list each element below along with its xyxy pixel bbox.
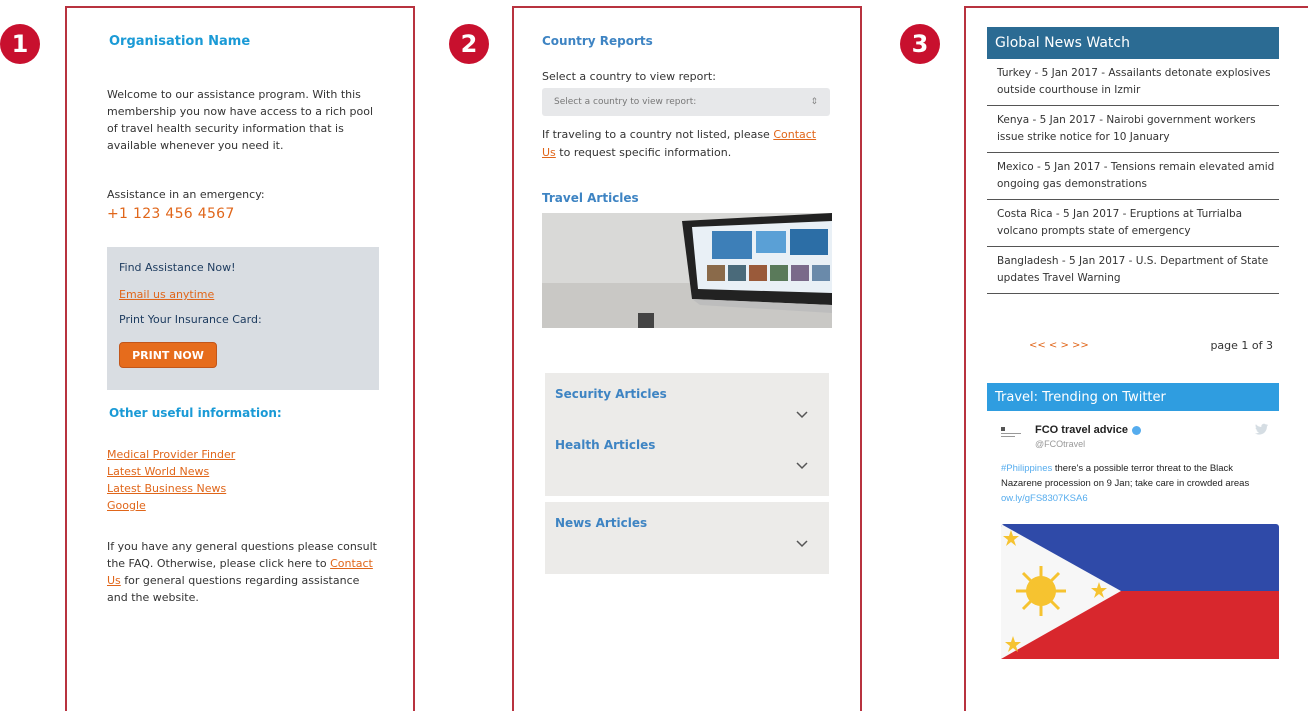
step-badge-1: 1 [0,24,40,64]
assistance-title: Find Assistance Now! [119,261,236,274]
panel-welcome: Organisation Name Welcome to our assista… [65,6,415,711]
tweet-handle[interactable]: @FCOtravel [1035,439,1085,449]
accordion-health-label: Health Articles [555,438,656,452]
fco-logo-icon [1001,427,1021,437]
link-google[interactable]: Google [107,497,235,514]
news-item[interactable]: Kenya - 5 Jan 2017 - Nairobi government … [987,106,1279,153]
chevron-down-icon [796,411,808,419]
tweet-link[interactable]: ow.ly/gFS8307KSA6 [1001,493,1088,504]
verified-icon [1131,425,1141,435]
twitter-bird-icon[interactable] [1255,423,1269,435]
not-listed-after: to request specific information. [555,146,732,159]
emergency-label: Assistance in an emergency: [107,188,265,201]
travel-articles-title: Travel Articles [542,191,639,205]
accordion-news-label: News Articles [555,516,648,530]
step-badge-3: 3 [900,24,940,64]
tweet-author-name: FCO travel advice [1035,424,1128,436]
news-pager: << < > >> page 1 of 3 [987,334,1279,362]
travel-articles-image[interactable] [542,213,832,328]
country-select-value: Select a country to view report: [554,97,697,107]
link-world-news[interactable]: Latest World News [107,463,235,480]
link-medical-provider[interactable]: Medical Provider Finder [107,446,235,463]
panel-news: Global News Watch Turkey - 5 Jan 2017 - … [964,6,1308,711]
philippines-flag-image[interactable] [1001,524,1279,659]
country-reports-title: Country Reports [542,34,653,48]
accordion-security-label: Security Articles [555,387,667,401]
country-select-label: Select a country to view report: [542,70,716,83]
print-now-button[interactable]: PRINT NOW [119,342,217,368]
general-text-after: for general questions regarding assistan… [107,574,360,604]
assistance-box: Find Assistance Now! Email us anytime Pr… [107,247,379,390]
select-arrows-icon: ⇕ [810,97,818,107]
country-select[interactable]: Select a country to view report: ⇕ [542,88,830,116]
chevron-down-icon [796,540,808,548]
accordion-health[interactable]: Health Articles [545,424,829,496]
accordion-news[interactable]: News Articles [545,502,829,574]
print-card-label: Print Your Insurance Card: [119,313,262,326]
news-item[interactable]: Turkey - 5 Jan 2017 - Assailants detonat… [987,59,1279,106]
news-list: Turkey - 5 Jan 2017 - Assailants detonat… [987,59,1279,294]
tweet-body: #Philippines there's a possible terror t… [1001,461,1271,506]
chevron-down-icon [796,462,808,470]
not-listed-before: If traveling to a country not listed, pl… [542,128,774,141]
page-indicator: page 1 of 3 [1210,339,1273,352]
pager-nav-links[interactable]: << < > >> [1029,340,1089,351]
useful-info-title: Other useful information: [109,406,282,420]
monitor-illustration [542,213,832,328]
panel-reports: Country Reports Select a country to view… [512,6,862,711]
global-news-header: Global News Watch [987,27,1279,59]
organisation-name: Organisation Name [109,34,251,49]
not-listed-text: If traveling to a country not listed, pl… [542,126,832,162]
email-link[interactable]: Email us anytime [119,288,214,301]
useful-links: Medical Provider Finder Latest World New… [107,446,235,514]
news-item[interactable]: Bangladesh - 5 Jan 2017 - U.S. Departmen… [987,247,1279,294]
emergency-phone[interactable]: +1 123 456 4567 [107,206,235,222]
tweet-hashtag[interactable]: #Philippines [1001,463,1052,474]
tweet-author[interactable]: FCO travel advice [1035,424,1141,436]
news-item[interactable]: Mexico - 5 Jan 2017 - Tensions remain el… [987,153,1279,200]
twitter-header: Travel: Trending on Twitter [987,383,1279,411]
step-badge-2: 2 [449,24,489,64]
tweet-card[interactable]: FCO travel advice @FCOtravel #Philippine… [987,411,1279,659]
general-questions-text: If you have any general questions please… [107,538,382,606]
news-item[interactable]: Costa Rica - 5 Jan 2017 - Eruptions at T… [987,200,1279,247]
welcome-text: Welcome to our assistance program. With … [107,88,374,152]
link-business-news[interactable]: Latest Business News [107,480,235,497]
